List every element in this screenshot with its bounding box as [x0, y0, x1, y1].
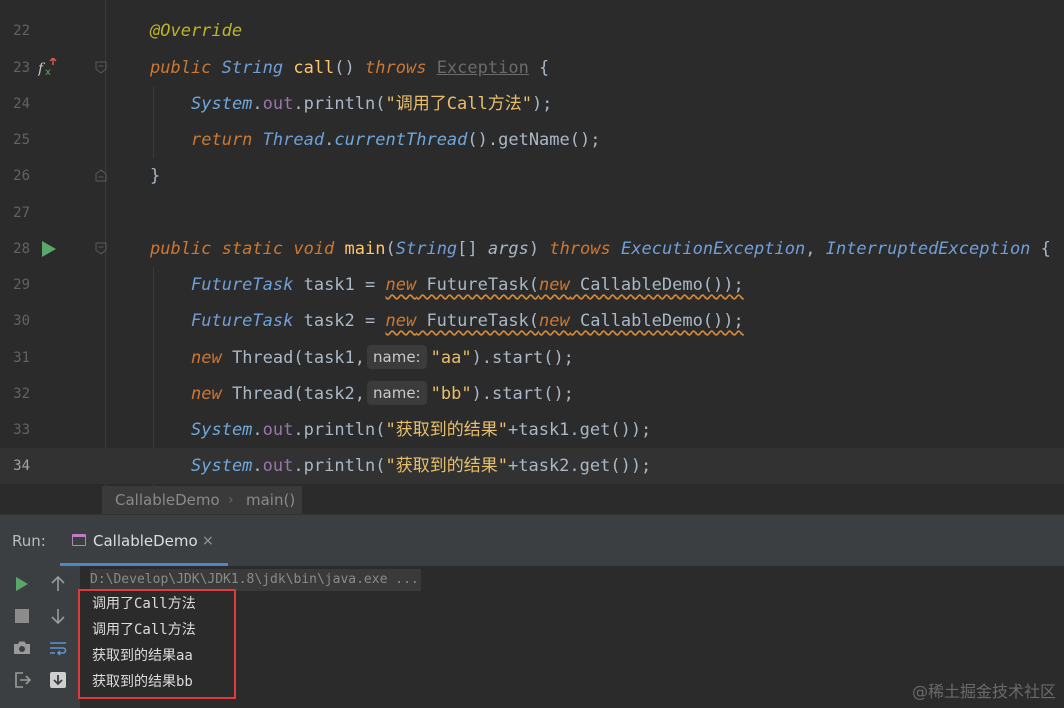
- code-text: System.out.println("获取到的结果"+task1.get())…: [191, 420, 652, 440]
- override-method-icon[interactable]: f x: [38, 58, 58, 78]
- code-line[interactable]: 31 new Thread(task1, name: "aa").start();: [0, 340, 1064, 376]
- line-number: 23: [13, 60, 30, 76]
- fold-marker-icon[interactable]: [95, 169, 107, 182]
- line-number: 27: [13, 205, 30, 221]
- line-number: 33: [13, 422, 30, 438]
- close-icon[interactable]: ×: [202, 515, 214, 567]
- run-tab-callabledemo[interactable]: CallableDemo ×: [60, 515, 228, 567]
- code-text: }: [150, 166, 161, 186]
- line-number: 24: [13, 96, 30, 112]
- breadcrumb-class[interactable]: CallableDemo: [115, 486, 220, 514]
- code-editor[interactable]: 22 @Override 23 f x public String call()…: [0, 0, 1064, 486]
- stop-icon[interactable]: [12, 606, 32, 626]
- line-number: 31: [13, 350, 30, 366]
- run-tool-window-header: Run: CallableDemo ×: [0, 514, 1064, 566]
- code-text: FutureTask task1 = new FutureTask(new Ca…: [191, 275, 744, 295]
- fold-marker-icon[interactable]: [95, 61, 107, 74]
- arrow-up-icon[interactable]: [48, 574, 68, 594]
- line-number: 32: [13, 386, 30, 402]
- line-number: 22: [13, 23, 30, 39]
- scroll-to-end-icon[interactable]: [48, 670, 68, 690]
- run-toolbar: [0, 566, 80, 708]
- code-line[interactable]: 25 return Thread.currentThread().getName…: [0, 122, 1064, 158]
- soft-wrap-icon[interactable]: [48, 638, 68, 658]
- breadcrumb-method[interactable]: main(): [246, 486, 295, 514]
- breadcrumb: CallableDemo › main(): [0, 486, 1064, 514]
- code-text: public static void main(String[] args) t…: [150, 239, 1051, 259]
- exit-icon[interactable]: [12, 670, 32, 690]
- code-line[interactable]: 23 f x public String call() throws Excep…: [0, 50, 1064, 86]
- code-line[interactable]: 29 FutureTask task1 = new FutureTask(new…: [0, 267, 1064, 303]
- code-text: System.out.println("调用了Call方法");: [191, 94, 553, 114]
- code-line[interactable]: 30 FutureTask task2 = new FutureTask(new…: [0, 303, 1064, 339]
- code-text: return Thread.currentThread().getName();: [191, 130, 601, 150]
- run-tab-title: CallableDemo: [93, 532, 198, 550]
- arrow-down-icon[interactable]: [48, 606, 68, 626]
- fold-marker-icon[interactable]: [95, 242, 107, 255]
- code-text: new Thread(task1, name: "aa").start();: [191, 340, 574, 376]
- camera-icon[interactable]: [12, 638, 32, 658]
- command-line-text[interactable]: D:\Develop\JDK\JDK1.8\jdk\bin\java.exe .…: [90, 569, 421, 591]
- line-number: 34: [13, 458, 30, 474]
- code-line-current[interactable]: 34 System.out.println("获取到的结果"+task2.get…: [0, 448, 1064, 484]
- line-number: 29: [13, 277, 30, 293]
- line-number: 30: [13, 313, 30, 329]
- parameter-hint: name:: [367, 345, 427, 369]
- code-text: public String call() throws Exception {: [150, 58, 550, 78]
- code-line[interactable]: 24 System.out.println("调用了Call方法");: [0, 86, 1064, 122]
- svg-text:x: x: [45, 67, 51, 78]
- code-line[interactable]: 33 System.out.println("获取到的结果"+task1.get…: [0, 412, 1064, 448]
- code-text: System.out.println("获取到的结果"+task2.get())…: [191, 456, 652, 476]
- run-label: Run:: [12, 532, 46, 550]
- code-text: @Override: [150, 21, 243, 41]
- rerun-icon[interactable]: [12, 574, 32, 594]
- line-number: 26: [13, 168, 30, 184]
- code-line[interactable]: 22 @Override: [0, 13, 1064, 49]
- watermark: @稀土掘金技术社区: [911, 682, 1056, 701]
- output-highlight-box: [78, 589, 236, 699]
- line-number: 28: [13, 241, 30, 257]
- code-text: new Thread(task2, name: "bb").start();: [191, 376, 574, 412]
- parameter-hint: name:: [367, 381, 427, 405]
- code-line[interactable]: 26 }: [0, 158, 1064, 194]
- code-line[interactable]: 32 new Thread(task2, name: "bb").start();: [0, 376, 1064, 412]
- line-number: 25: [13, 132, 30, 148]
- breadcrumb-separator-icon: ›: [228, 492, 234, 508]
- run-gutter-icon[interactable]: [38, 239, 58, 259]
- code-line[interactable]: 27: [0, 195, 1064, 231]
- console-window-icon: [72, 534, 86, 546]
- code-line[interactable]: 28 public static void main(String[] args…: [0, 231, 1064, 267]
- code-text: FutureTask task2 = new FutureTask(new Ca…: [191, 311, 744, 331]
